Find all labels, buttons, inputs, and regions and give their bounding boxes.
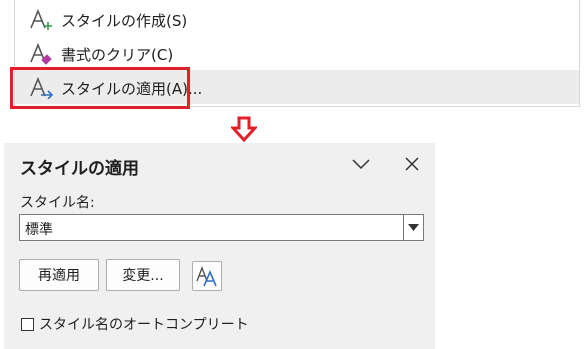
- menu-item-clear-formatting[interactable]: 書式のクリア(C): [15, 36, 579, 70]
- modify-button[interactable]: 変更...: [106, 259, 180, 291]
- autocomplete-checkbox[interactable]: [21, 317, 34, 331]
- style-name-value[interactable]: 標準: [25, 219, 53, 239]
- reapply-button-label: 再適用: [38, 268, 80, 284]
- menu-item-create-style[interactable]: スタイルの作成(S): [15, 2, 579, 36]
- styles-pane-button[interactable]: [192, 261, 222, 291]
- highlight-frame: [10, 67, 190, 109]
- menu-item-label: スタイルの作成(S): [61, 12, 188, 30]
- chevron-down-icon[interactable]: [350, 154, 372, 174]
- menu-item-label: 書式のクリア(C): [61, 46, 174, 64]
- create-style-icon: [30, 9, 52, 30]
- down-arrow-icon: [231, 116, 257, 142]
- dropdown-arrow-icon: [408, 224, 419, 231]
- autocomplete-option[interactable]: スタイル名のオートコンプリート: [21, 314, 249, 334]
- style-name-label: スタイル名:: [20, 195, 95, 211]
- close-icon[interactable]: [402, 154, 422, 174]
- dropdown-button[interactable]: [403, 215, 423, 240]
- pane-title: スタイルの適用: [20, 159, 139, 179]
- clear-formatting-icon: [30, 43, 52, 65]
- reapply-button[interactable]: 再適用: [19, 259, 99, 291]
- style-name-combobox[interactable]: 標準: [19, 214, 424, 241]
- apply-styles-pane: スタイルの適用 スタイル名: 標準 再適用 変更... スタイル名のオートコンプ…: [4, 143, 435, 349]
- autocomplete-label: スタイル名のオートコンプリート: [39, 317, 249, 333]
- styles-icon: [196, 266, 217, 287]
- modify-button-label: 変更...: [122, 268, 164, 284]
